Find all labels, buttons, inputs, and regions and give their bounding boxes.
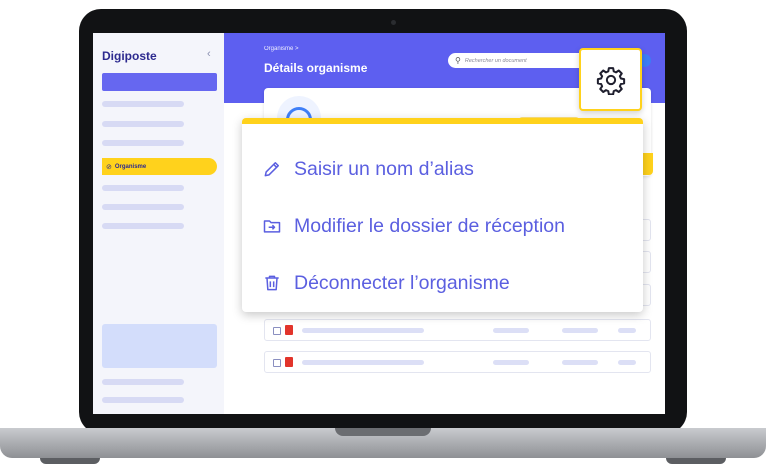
sidebar-item[interactable] — [102, 204, 184, 210]
folder-move-icon — [263, 220, 281, 233]
settings-button[interactable] — [579, 48, 642, 111]
menu-item-disconnect[interactable]: Déconnecter l’organisme — [262, 268, 510, 298]
menu-item-label: Saisir un nom d’alias — [294, 157, 474, 180]
row-cell-placeholder — [562, 328, 598, 333]
brand-logo: Digiposte — [102, 49, 157, 63]
menu-item-reception-folder[interactable]: Modifier le dossier de réception — [262, 211, 565, 241]
pencil-icon — [264, 162, 279, 177]
laptop-foot — [40, 458, 100, 464]
trash-icon — [265, 275, 279, 291]
row-cell-placeholder — [618, 360, 636, 365]
menu-item-label: Déconnecter l’organisme — [294, 271, 510, 294]
sidebar-primary-button[interactable] — [102, 73, 217, 91]
page-title: Détails organisme — [264, 61, 368, 75]
search-icon: ⚲ — [455, 56, 461, 65]
sidebar-item[interactable] — [102, 397, 184, 403]
row-cell-placeholder — [493, 360, 529, 365]
sidebar-item-organisme[interactable]: ⊘ Organisme — [102, 158, 217, 175]
row-name-placeholder — [302, 328, 424, 333]
menu-item-alias[interactable]: Saisir un nom d’alias — [262, 154, 474, 184]
sidebar-item[interactable] — [102, 140, 184, 146]
row-cell-placeholder — [618, 328, 636, 333]
sidebar-item[interactable] — [102, 223, 184, 229]
laptop-foot — [666, 458, 726, 464]
sidebar-item-label: Organisme — [114, 163, 147, 170]
laptop-notch — [335, 428, 431, 436]
sidebar-item[interactable] — [102, 379, 184, 385]
row-checkbox[interactable] — [273, 359, 281, 367]
sidebar: Digiposte ‹ ⊘ Organisme — [93, 33, 224, 414]
sidebar-item[interactable] — [102, 185, 184, 191]
gear-icon — [596, 66, 625, 95]
settings-dropdown-menu: Saisir un nom d’alias Modifier le dossie… — [242, 118, 643, 312]
sidebar-item[interactable] — [102, 101, 184, 107]
table-row[interactable] — [264, 351, 651, 373]
sidebar-card — [102, 324, 217, 368]
pdf-icon — [285, 325, 293, 335]
check-circle-icon: ⊘ — [106, 163, 112, 171]
row-cell-placeholder — [562, 360, 598, 365]
breadcrumb[interactable]: Organisme > — [264, 46, 299, 52]
search-placeholder: Rechercher un document — [464, 57, 527, 64]
chevron-left-icon[interactable]: ‹ — [207, 48, 211, 60]
row-cell-placeholder — [493, 328, 529, 333]
table-row[interactable] — [264, 319, 651, 341]
row-name-placeholder — [302, 360, 424, 365]
sidebar-item[interactable] — [102, 121, 184, 127]
camera — [391, 20, 396, 25]
row-checkbox[interactable] — [273, 327, 281, 335]
pdf-icon — [285, 357, 293, 367]
menu-item-label: Modifier le dossier de réception — [294, 214, 565, 237]
